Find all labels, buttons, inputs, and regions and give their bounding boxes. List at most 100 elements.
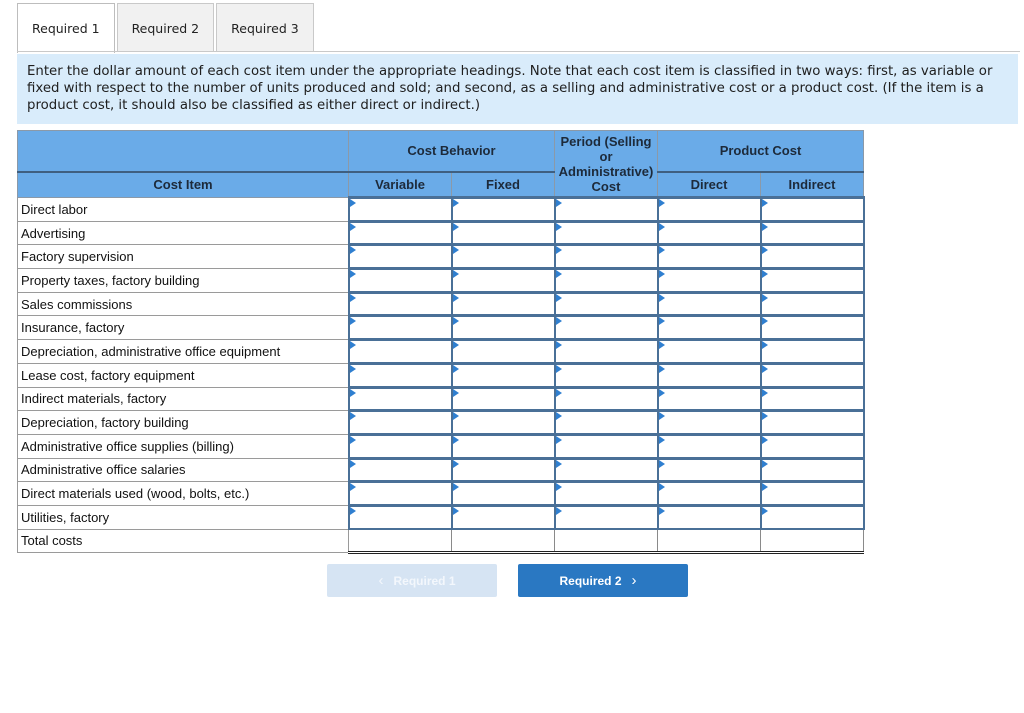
input-marker-icon [761, 435, 768, 444]
fixed-amount-input[interactable] [452, 222, 554, 244]
indirect-amount-input[interactable] [761, 435, 863, 457]
direct-amount-input[interactable] [658, 435, 760, 457]
header-fixed: Fixed [451, 170, 555, 198]
variable-amount-input[interactable] [349, 388, 451, 410]
indirect-amount-input[interactable] [761, 459, 863, 481]
table-row: Administrative office supplies (billing) [17, 432, 865, 460]
direct-amount-input[interactable] [658, 317, 760, 339]
indirect-amount-input[interactable] [761, 317, 863, 339]
indirect-amount-input[interactable] [761, 412, 863, 433]
variable-amount-input[interactable] [349, 435, 451, 457]
indirect-amount-input[interactable] [761, 364, 863, 386]
period-amount-input[interactable] [555, 270, 657, 291]
variable-amount-input[interactable] [349, 246, 451, 268]
tab-required-3[interactable]: Required 3 [216, 3, 314, 52]
tab-required-2[interactable]: Required 2 [116, 3, 215, 52]
period-amount-input[interactable] [555, 317, 657, 339]
direct-amount-input[interactable] [658, 293, 760, 315]
indirect-amount-input[interactable] [761, 270, 863, 291]
cell-variable [347, 314, 453, 341]
period-amount-input[interactable] [555, 222, 657, 244]
fixed-amount-input[interactable] [452, 246, 554, 268]
cost-item-label: Administrative office salaries [17, 457, 349, 483]
input-marker-icon [555, 388, 562, 397]
fixed-amount-input[interactable] [452, 435, 554, 457]
fixed-amount-input[interactable] [452, 388, 554, 410]
variable-amount-input[interactable] [349, 483, 451, 504]
period-amount-input[interactable] [555, 412, 657, 433]
fixed-amount-input[interactable] [452, 317, 554, 339]
variable-amount-input[interactable] [349, 412, 451, 433]
indirect-amount-input[interactable] [761, 506, 863, 529]
input-marker-icon [555, 317, 562, 326]
fixed-amount-input[interactable] [452, 364, 554, 386]
direct-amount-input[interactable] [658, 222, 760, 244]
input-marker-icon [658, 317, 665, 326]
fixed-amount-input[interactable] [452, 459, 554, 481]
cell-indirect [759, 267, 865, 294]
fixed-amount-input[interactable] [452, 341, 554, 362]
period-amount-input[interactable] [555, 435, 657, 457]
input-marker-icon [555, 270, 562, 279]
variable-amount-input[interactable] [349, 364, 451, 386]
indirect-amount-input[interactable] [761, 388, 863, 410]
indirect-amount-input[interactable] [761, 483, 863, 504]
indirect-amount-input[interactable] [761, 199, 863, 220]
indirect-amount-input[interactable] [761, 293, 863, 315]
period-amount-input[interactable] [555, 388, 657, 410]
period-amount-input[interactable] [555, 483, 657, 504]
indirect-amount-input[interactable] [761, 341, 863, 362]
direct-amount-input[interactable] [658, 483, 760, 504]
direct-amount-input[interactable] [658, 246, 760, 268]
period-line: Administrative) [558, 163, 654, 179]
total-variable [348, 528, 452, 555]
cell-period [553, 409, 659, 436]
next-required-2-button[interactable]: Required 2 › [518, 564, 688, 597]
direct-amount-input[interactable] [658, 341, 760, 362]
variable-amount-input[interactable] [349, 222, 451, 244]
period-amount-input[interactable] [555, 364, 657, 386]
period-amount-input[interactable] [555, 341, 657, 362]
direct-amount-input[interactable] [658, 388, 760, 410]
indirect-amount-input[interactable] [761, 222, 863, 244]
direct-amount-input[interactable] [658, 199, 760, 220]
cell-variable [347, 290, 453, 317]
period-amount-input[interactable] [555, 199, 657, 220]
fixed-amount-input[interactable] [452, 293, 554, 315]
direct-amount-input[interactable] [658, 412, 760, 433]
period-amount-input[interactable] [555, 293, 657, 315]
cost-item-label: Depreciation, administrative office equi… [17, 339, 349, 364]
variable-amount-input[interactable] [349, 270, 451, 291]
fixed-amount-input[interactable] [452, 483, 554, 504]
prev-button-label: Required 1 [393, 573, 456, 588]
variable-amount-input[interactable] [349, 317, 451, 339]
period-amount-input[interactable] [555, 246, 657, 268]
cost-classification-table: Cost Behavior Period (Selling or Adminis… [17, 130, 865, 555]
variable-amount-input[interactable] [349, 459, 451, 481]
fixed-amount-input[interactable] [452, 270, 554, 291]
fixed-amount-input[interactable] [452, 199, 554, 220]
input-marker-icon [658, 412, 665, 421]
cell-fixed [450, 385, 556, 412]
variable-amount-input[interactable] [349, 293, 451, 315]
cell-period [553, 456, 659, 483]
period-amount-input[interactable] [555, 506, 657, 529]
direct-amount-input[interactable] [658, 364, 760, 386]
variable-amount-input[interactable] [349, 341, 451, 362]
variable-amount-input[interactable] [349, 199, 451, 220]
direct-amount-input[interactable] [658, 506, 760, 529]
direct-amount-input[interactable] [658, 459, 760, 481]
indirect-amount-input[interactable] [761, 246, 863, 268]
period-amount-input[interactable] [555, 459, 657, 481]
input-marker-icon [658, 483, 665, 492]
table-row: Property taxes, factory building [17, 267, 865, 294]
input-marker-icon [761, 364, 768, 373]
tab-required-1[interactable]: Required 1 [17, 3, 115, 53]
prev-required-1-button[interactable]: ‹ Required 1 [327, 564, 497, 597]
fixed-amount-input[interactable] [452, 506, 554, 529]
cost-item-label: Indirect materials, factory [17, 386, 349, 412]
direct-amount-input[interactable] [658, 270, 760, 291]
header-indirect: Indirect [760, 170, 864, 198]
variable-amount-input[interactable] [349, 506, 451, 529]
fixed-amount-input[interactable] [452, 412, 554, 433]
